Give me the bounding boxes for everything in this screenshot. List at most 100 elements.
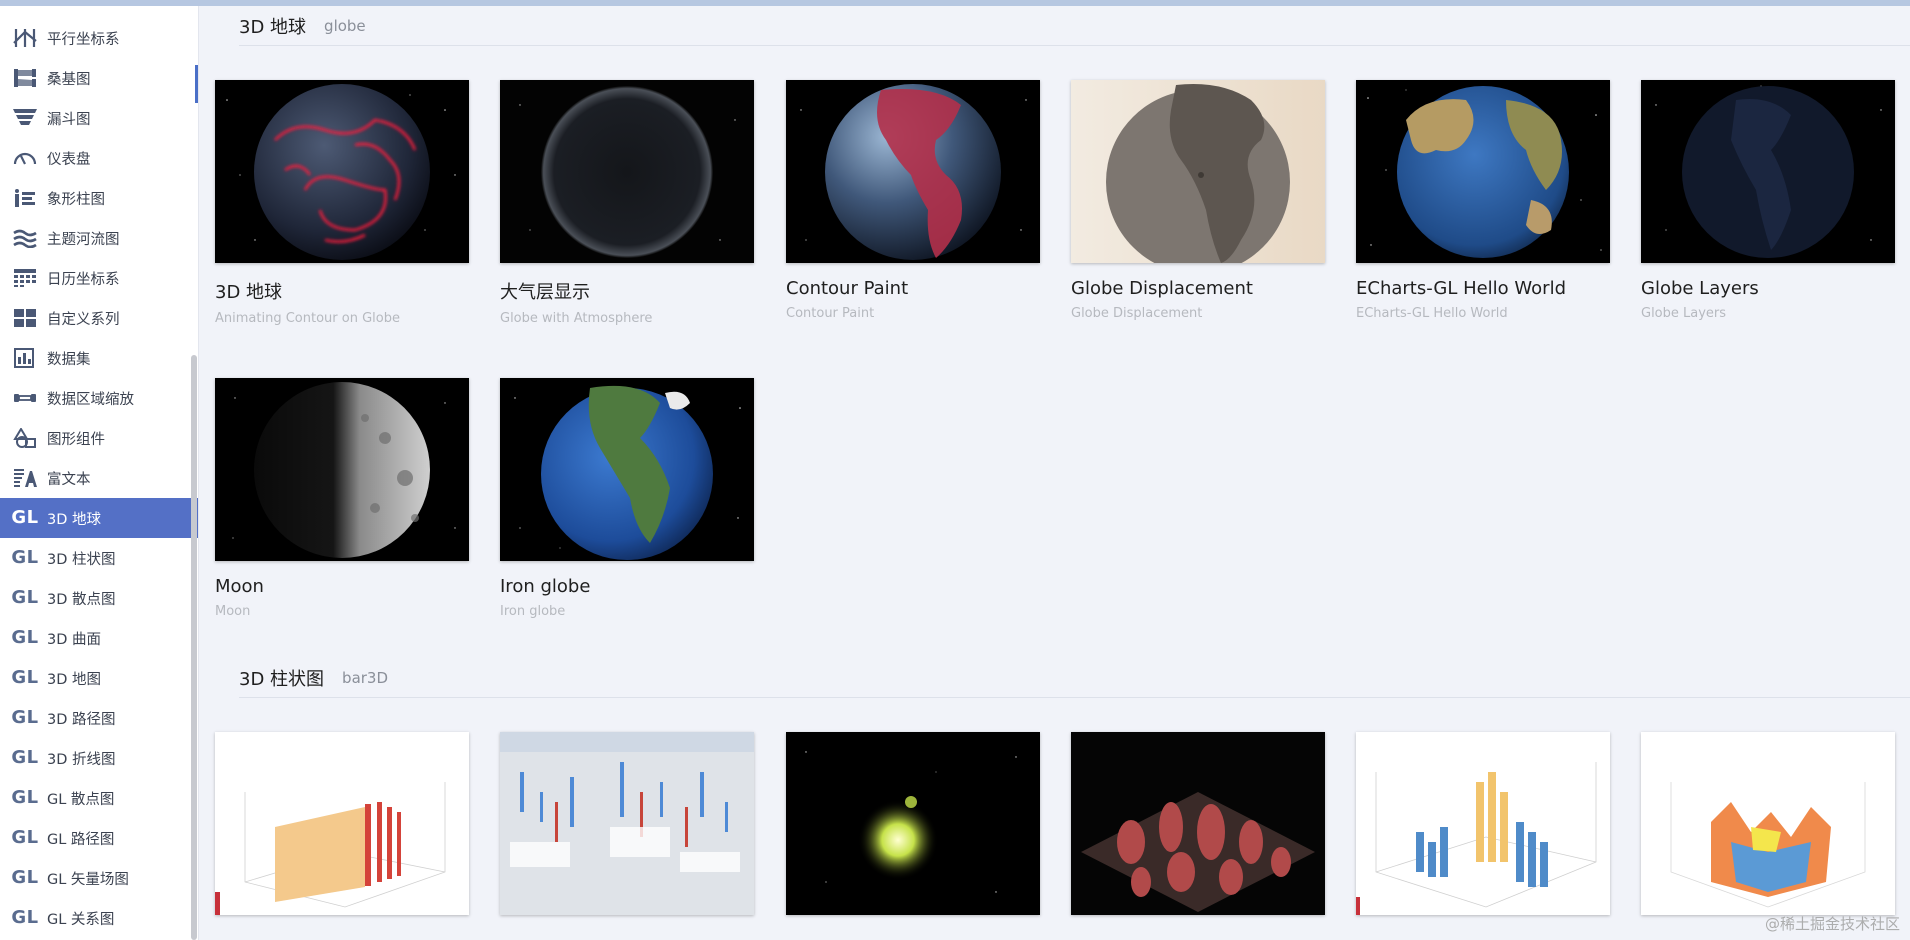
sidebar-item-label: 数据集 xyxy=(47,351,91,368)
sidebar-item-parallel[interactable]: 平行坐标系 xyxy=(0,18,198,58)
section-header-bar3d: 3D 柱状图 bar3D xyxy=(239,658,1910,698)
section-header-globe: 3D 地球 globe xyxy=(239,6,1910,46)
example-thumbnail[interactable] xyxy=(1071,80,1325,263)
example-card-bar3d-5[interactable] xyxy=(1356,732,1610,915)
example-card-globe-displacement[interactable]: Globe Displacement Globe Displacement xyxy=(1071,80,1325,321)
gl-icon: GL xyxy=(11,867,39,888)
sidebar-item-3d-scatter[interactable]: GL 3D 散点图 xyxy=(0,578,198,618)
example-thumbnail[interactable] xyxy=(215,732,469,915)
example-thumbnail[interactable] xyxy=(500,732,754,915)
sidebar-item-label: 仪表盘 xyxy=(47,151,91,168)
sidebar-item-sankey[interactable]: 桑基图 xyxy=(0,58,198,98)
example-card-moon[interactable]: Moon Moon xyxy=(215,378,469,619)
sidebar-item-label: 象形柱图 xyxy=(47,191,105,208)
example-thumbnail[interactable] xyxy=(786,732,1040,915)
sidebar-item-label: 3D 柱状图 xyxy=(47,551,116,568)
sidebar-nav[interactable]: 平行坐标系 桑基图 漏斗图 仪表盘 象形柱图 主题河流图 日历坐标系 自定义系列… xyxy=(0,6,199,940)
gl-icon: GL xyxy=(11,547,39,568)
sidebar-item-datazoom[interactable]: 数据区域缩放 xyxy=(0,378,198,418)
sidebar-item-3d-surface[interactable]: GL 3D 曲面 xyxy=(0,618,198,658)
example-card-animating-contour[interactable]: 3D 地球 Animating Contour on Globe xyxy=(215,80,469,326)
sidebar-item-3d-line[interactable]: GL 3D 折线图 xyxy=(0,738,198,778)
sidebar-item-label: 日历坐标系 xyxy=(47,271,120,288)
gl-icon: GL xyxy=(11,507,39,528)
sidebar-item-custom-series[interactable]: 自定义系列 xyxy=(0,298,198,338)
sidebar-item-gl-lines[interactable]: GL GL 路径图 xyxy=(0,818,198,858)
example-gallery: 3D 地球 globe 3D 地球 Animating Contour on G… xyxy=(199,6,1910,940)
calendar-icon xyxy=(12,267,38,289)
sidebar-item-theme-river[interactable]: 主题河流图 xyxy=(0,218,198,258)
sidebar-item-pictorial-bar[interactable]: 象形柱图 xyxy=(0,178,198,218)
example-subtitle: Animating Contour on Globe xyxy=(215,311,400,326)
example-card-iron-globe[interactable]: Iron globe Iron globe xyxy=(500,378,754,619)
sidebar-item-rich-text[interactable]: 富文本 xyxy=(0,458,198,498)
example-thumbnail[interactable] xyxy=(215,80,469,263)
sidebar-item-graphic[interactable]: 图形组件 xyxy=(0,418,198,458)
graphic-icon xyxy=(12,427,38,449)
example-card-bar3d-1[interactable] xyxy=(215,732,469,915)
example-thumbnail[interactable] xyxy=(500,80,754,263)
section-title: 3D 柱状图 xyxy=(239,668,325,690)
sidebar-item-3d-lines[interactable]: GL 3D 路径图 xyxy=(0,698,198,738)
sidebar-item-label: 3D 曲面 xyxy=(47,631,101,648)
gl-icon: GL xyxy=(11,707,39,728)
example-card-hello-world[interactable]: ECharts-GL Hello World ECharts-GL Hello … xyxy=(1356,80,1610,321)
example-card-bar3d-6[interactable] xyxy=(1641,732,1895,915)
sidebar-item-label: 自定义系列 xyxy=(47,311,120,328)
sidebar-item-label: 3D 散点图 xyxy=(47,591,116,608)
example-card-bar3d-3[interactable] xyxy=(786,732,1040,915)
example-thumbnail[interactable] xyxy=(1356,732,1610,915)
sidebar-item-label: 主题河流图 xyxy=(47,231,120,248)
sidebar-item-3d-globe[interactable]: GL 3D 地球 xyxy=(0,498,198,538)
gl-icon: GL xyxy=(11,587,39,608)
example-card-bar3d-2[interactable] xyxy=(500,732,754,915)
example-thumbnail[interactable] xyxy=(1356,80,1610,263)
example-subtitle: Globe with Atmosphere xyxy=(500,311,653,326)
example-title: 3D 地球 xyxy=(215,282,283,303)
sidebar-item-3d-map[interactable]: GL 3D 地图 xyxy=(0,658,198,698)
example-title: ECharts-GL Hello World xyxy=(1356,278,1566,299)
sidebar-item-label: 桑基图 xyxy=(47,71,91,88)
example-title: Moon xyxy=(215,576,264,597)
section-subtitle: bar3D xyxy=(342,668,389,687)
sidebar-item-label: GL 关系图 xyxy=(47,911,115,928)
sidebar-item-3d-bar[interactable]: GL 3D 柱状图 xyxy=(0,538,198,578)
sidebar-scrollbar-thumb[interactable] xyxy=(191,355,197,940)
example-card-globe-atmosphere[interactable]: 大气层显示 Globe with Atmosphere xyxy=(500,80,754,326)
example-title: Contour Paint xyxy=(786,278,909,299)
sidebar-item-label: GL 散点图 xyxy=(47,791,115,808)
example-title: 大气层显示 xyxy=(500,282,590,303)
example-title: Iron globe xyxy=(500,576,591,597)
example-card-contour-paint[interactable]: Contour Paint Contour Paint xyxy=(786,80,1040,321)
sidebar-item-gl-flowgl[interactable]: GL GL 矢量场图 xyxy=(0,858,198,898)
example-thumbnail[interactable] xyxy=(1641,732,1895,915)
example-thumbnail[interactable] xyxy=(786,80,1040,263)
sidebar-item-gauge[interactable]: 仪表盘 xyxy=(0,138,198,178)
theme-river-icon xyxy=(12,227,38,249)
section-subtitle: globe xyxy=(324,16,366,35)
sidebar-item-funnel[interactable]: 漏斗图 xyxy=(0,98,198,138)
gl-icon: GL xyxy=(11,747,39,768)
sidebar-item-label: 富文本 xyxy=(47,471,91,488)
example-card-bar3d-4[interactable] xyxy=(1071,732,1325,915)
sidebar-item-label: 图形组件 xyxy=(47,431,105,448)
sidebar-item-label: GL 路径图 xyxy=(47,831,115,848)
example-thumbnail[interactable] xyxy=(500,378,754,561)
example-subtitle: Contour Paint xyxy=(786,306,875,321)
example-title: Globe Displacement xyxy=(1071,278,1253,299)
sidebar-item-gl-graph[interactable]: GL GL 关系图 xyxy=(0,898,198,938)
example-thumbnail[interactable] xyxy=(1071,732,1325,915)
gl-icon: GL xyxy=(11,827,39,848)
sidebar-item-dataset[interactable]: 数据集 xyxy=(0,338,198,378)
example-card-globe-layers[interactable]: Globe Layers Globe Layers xyxy=(1641,80,1895,321)
sidebar-item-label: 漏斗图 xyxy=(47,111,91,128)
sidebar-item-label: GL 矢量场图 xyxy=(47,871,129,888)
funnel-icon xyxy=(12,107,38,129)
datazoom-icon xyxy=(12,387,38,409)
example-thumbnail[interactable] xyxy=(1641,80,1895,263)
gauge-icon xyxy=(12,147,38,169)
sidebar-item-label: 数据区域缩放 xyxy=(47,391,134,408)
example-thumbnail[interactable] xyxy=(215,378,469,561)
sidebar-item-gl-scatter[interactable]: GL GL 散点图 xyxy=(0,778,198,818)
sidebar-item-calendar[interactable]: 日历坐标系 xyxy=(0,258,198,298)
